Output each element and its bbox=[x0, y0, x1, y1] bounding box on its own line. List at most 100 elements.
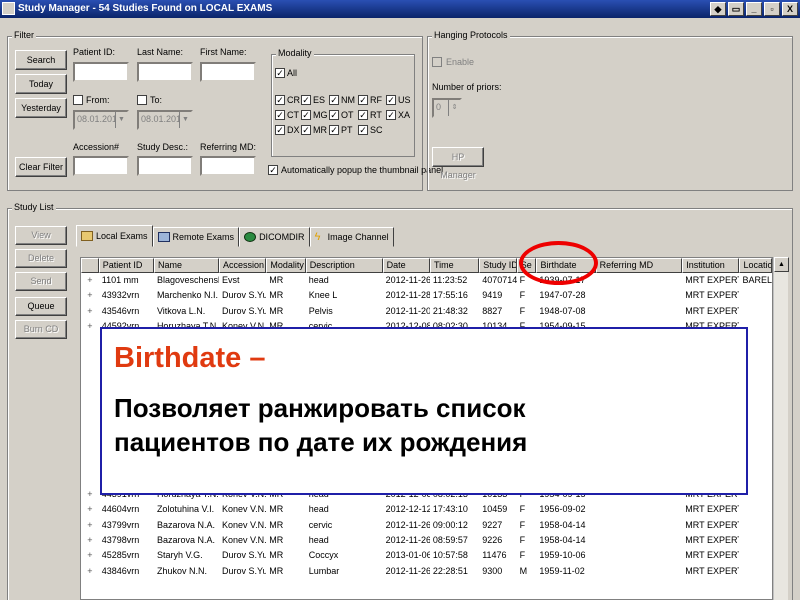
column-header[interactable] bbox=[81, 258, 99, 273]
send-button[interactable]: Send bbox=[15, 272, 67, 291]
table-row[interactable]: +43846vrn Zhukov N.N. Durov S.Yu. MR Lumbar 2… bbox=[81, 564, 772, 579]
table-cell bbox=[596, 502, 683, 517]
modality-checkbox[interactable]: ✓ bbox=[358, 110, 368, 120]
maximize-button[interactable]: ▫ bbox=[764, 2, 780, 16]
column-header[interactable]: Institution bbox=[682, 258, 740, 273]
clear-filter-button[interactable]: Clear Filter bbox=[15, 157, 67, 177]
referring-md-input[interactable] bbox=[200, 156, 256, 176]
table-cell: head bbox=[308, 535, 329, 546]
modality-checkbox[interactable]: ✓ bbox=[329, 110, 339, 120]
table-row[interactable]: +1101 mm BlagoveschenskayaEvst MR head 2012-… bbox=[81, 273, 772, 288]
table-cell: Durov S.Yu. bbox=[221, 550, 267, 561]
modality-checkbox[interactable]: ✓ bbox=[301, 110, 311, 120]
table-cell: MR bbox=[269, 535, 284, 546]
last-name-input[interactable] bbox=[137, 62, 193, 82]
patient-id-label: Patient ID: bbox=[73, 47, 116, 57]
layout-button[interactable]: ▭ bbox=[728, 2, 744, 16]
delete-button[interactable]: Delete bbox=[15, 249, 67, 268]
modality-checkbox[interactable]: ✓ bbox=[386, 95, 396, 105]
enable-checkbox[interactable] bbox=[432, 57, 442, 67]
pin-button[interactable]: ◆ bbox=[710, 2, 726, 16]
tab-local-exams[interactable]: Local Exams bbox=[76, 225, 153, 247]
priors-spinner[interactable]: 0 ⇕ bbox=[432, 98, 462, 118]
column-header[interactable]: Study ID bbox=[479, 258, 517, 273]
dropdown-arrow-icon[interactable]: ▼ bbox=[179, 112, 191, 128]
modality-checkbox[interactable]: ✓ bbox=[275, 95, 285, 105]
column-header[interactable]: Description bbox=[305, 258, 383, 273]
table-row[interactable]: +43932vrn Marchenko N.I. Durov S.Yu. MR Knee… bbox=[81, 288, 772, 303]
table-cell: F bbox=[519, 535, 526, 546]
column-header[interactable]: Location bbox=[739, 258, 772, 273]
accession-input[interactable] bbox=[73, 156, 129, 176]
table-cell: 2012-11-26 bbox=[385, 275, 430, 285]
expand-icon[interactable]: + bbox=[81, 502, 99, 517]
from-checkbox[interactable] bbox=[73, 95, 83, 105]
spinner-arrows-icon[interactable]: ⇕ bbox=[448, 100, 460, 116]
minimize-button[interactable]: _ bbox=[746, 2, 762, 16]
expand-icon[interactable]: + bbox=[81, 533, 99, 548]
table-row[interactable]: +44604vrn Zolotuhina V.I. Konev V.N. MR head… bbox=[81, 502, 772, 517]
column-header[interactable]: Time bbox=[429, 258, 480, 273]
modality-checkbox[interactable]: ✓ bbox=[386, 110, 396, 120]
disc-icon bbox=[244, 232, 257, 242]
yesterday-button[interactable]: Yesterday bbox=[15, 98, 67, 118]
modality-checkbox[interactable]: ✓ bbox=[329, 125, 339, 135]
table-cell: Bazarova N.A. bbox=[156, 535, 215, 546]
expand-icon[interactable]: + bbox=[81, 273, 99, 288]
search-button[interactable]: Search bbox=[15, 50, 67, 70]
expand-icon[interactable]: + bbox=[81, 319, 99, 334]
today-button[interactable]: Today bbox=[15, 74, 67, 94]
table-cell: Konev V.N. bbox=[221, 519, 267, 530]
study-desc-input[interactable] bbox=[137, 156, 193, 176]
expand-icon[interactable]: + bbox=[81, 518, 99, 533]
first-name-input[interactable] bbox=[200, 62, 256, 82]
dropdown-arrow-icon[interactable]: ▼ bbox=[115, 112, 127, 128]
table-cell: 1958-04-14 bbox=[539, 519, 586, 530]
table-row[interactable]: +45285vrn Staryh V.G. Durov S.Yu. MR Coccyx 2… bbox=[81, 548, 772, 563]
close-button[interactable]: X bbox=[782, 2, 798, 16]
expand-icon[interactable]: + bbox=[81, 564, 99, 579]
tab-remote-exams[interactable]: Remote Exams bbox=[152, 227, 240, 247]
expand-icon[interactable]: + bbox=[81, 487, 99, 502]
tab-image-channel[interactable]: ϟ Image Channel bbox=[309, 227, 394, 247]
vertical-scrollbar[interactable]: ▲ bbox=[773, 257, 789, 600]
table-row[interactable]: +43799vrn Bazarova N.A. Konev V.N. MR cervic… bbox=[81, 518, 772, 533]
to-date-field[interactable]: 08.01.2013 ▼ bbox=[137, 110, 193, 130]
expand-icon[interactable]: + bbox=[81, 304, 99, 319]
table-cell bbox=[739, 502, 772, 517]
from-date-field[interactable]: 08.01.2013 ▼ bbox=[73, 110, 129, 130]
expand-icon[interactable]: + bbox=[81, 288, 99, 303]
column-header[interactable]: Name bbox=[153, 258, 220, 273]
table-cell: 2012-11-26 bbox=[385, 565, 430, 576]
tab-label: Remote Exams bbox=[172, 232, 235, 242]
modality-checkbox[interactable]: ✓ bbox=[301, 125, 311, 135]
modality-checkbox[interactable]: ✓ bbox=[275, 125, 285, 135]
autopopup-checkbox[interactable]: ✓ bbox=[268, 165, 278, 175]
view-button[interactable]: View bbox=[15, 226, 67, 245]
expand-icon[interactable]: + bbox=[81, 548, 99, 563]
modality-checkbox[interactable]: ✓ bbox=[275, 110, 285, 120]
priors-value: 0 bbox=[436, 102, 442, 112]
column-header[interactable]: Modality bbox=[266, 258, 306, 273]
modality-checkbox[interactable]: ✓ bbox=[329, 95, 339, 105]
to-checkbox[interactable] bbox=[137, 95, 147, 105]
tab-dicomdir[interactable]: DICOMDIR bbox=[239, 227, 310, 247]
modality-checkbox[interactable]: ✓ bbox=[358, 125, 368, 135]
table-cell: 21:48:32 bbox=[432, 305, 468, 316]
patient-id-input[interactable] bbox=[73, 62, 129, 82]
queue-button[interactable]: Queue bbox=[15, 297, 67, 316]
hp-manager-button[interactable]: HP Manager bbox=[432, 147, 484, 180]
modality-checkbox[interactable]: ✓ bbox=[301, 95, 311, 105]
table-row[interactable]: +43546vrn Vitkova L.N. Durov S.Yu. MR Pelvis… bbox=[81, 304, 772, 319]
table-row[interactable]: +43798vrn Bazarova N.A. Konev V.N. MR head 20… bbox=[81, 533, 772, 548]
modality-checkbox[interactable]: ✓ bbox=[358, 95, 368, 105]
column-header[interactable]: Referring MD bbox=[595, 258, 683, 273]
table-cell: 1956-09-02 bbox=[539, 504, 586, 515]
column-header[interactable]: Accession bbox=[219, 258, 267, 273]
column-header[interactable]: Patient ID bbox=[98, 258, 154, 273]
scroll-up-icon[interactable]: ▲ bbox=[774, 257, 789, 272]
burn-cd-button[interactable]: Burn CD bbox=[15, 320, 67, 339]
table-cell: Evst bbox=[221, 275, 240, 285]
column-header[interactable]: Date bbox=[382, 258, 430, 273]
modality-all-checkbox[interactable]: ✓ bbox=[275, 68, 285, 78]
